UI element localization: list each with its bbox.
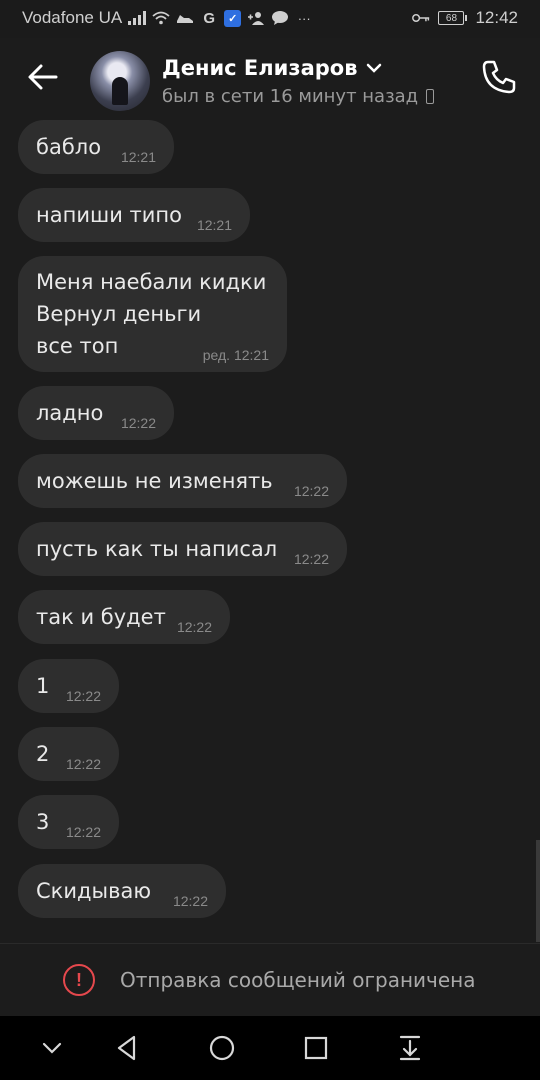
message-bubble[interactable]: 3 12:22	[18, 795, 119, 849]
warning-icon: !	[63, 964, 95, 996]
message-bubble[interactable]: напиши типо 12:21	[18, 188, 250, 242]
signal-icon	[128, 11, 147, 25]
back-arrow-icon[interactable]	[26, 60, 60, 94]
message-time: 12:22	[172, 893, 208, 909]
message-bubble[interactable]: 1 12:22	[18, 659, 119, 713]
message-text: пусть как ты написал	[36, 537, 278, 561]
back-triangle-icon[interactable]	[113, 1033, 143, 1063]
message-bubble[interactable]: Меня наебали кидки Вернул деньги все топ…	[18, 256, 287, 372]
message-time: ред. 12:21	[202, 347, 269, 363]
message-bubble[interactable]: можешь не изменять 12:22	[18, 454, 347, 508]
last-seen-text: был в сети 16 минут назад	[162, 86, 419, 107]
hide-nav-chevron-icon[interactable]	[37, 1033, 67, 1063]
wifi-icon	[152, 9, 170, 27]
messaging-restricted-banner: ! Отправка сообщений ограничена	[0, 943, 540, 1017]
sneaker-icon	[176, 9, 194, 27]
message-time: 12:22	[65, 824, 101, 840]
call-button[interactable]	[480, 58, 518, 96]
mobile-device-icon	[426, 89, 435, 104]
notification-pull-icon[interactable]	[395, 1033, 425, 1063]
message-bubble[interactable]: так и будет 12:22	[18, 590, 230, 644]
status-bar: Vodafone UA G ✓ ··· 68 12:42	[0, 0, 540, 38]
avatar[interactable]	[90, 51, 150, 111]
recents-square-icon[interactable]	[301, 1033, 331, 1063]
message-bubble[interactable]: пусть как ты написал 12:22	[18, 522, 347, 576]
chat-header: Денис Елизаров был в сети 16 минут назад	[0, 38, 540, 120]
scrollbar[interactable]	[536, 840, 540, 942]
message-time: 12:22	[293, 551, 329, 567]
contact-add-icon	[247, 9, 265, 27]
message-bubble[interactable]: Скидываю 12:22	[18, 864, 226, 918]
message-time: 12:22	[65, 756, 101, 772]
restriction-text: Отправка сообщений ограничена	[120, 968, 476, 992]
vpn-icon: ✓	[224, 9, 242, 27]
key-icon	[412, 9, 430, 27]
message-time: 12:22	[176, 619, 212, 635]
battery-icon: 68	[438, 11, 468, 25]
contact-name-row[interactable]: Денис Елизаров	[162, 56, 382, 80]
g-icon: G	[203, 9, 216, 27]
more-dots-icon: ···	[297, 10, 311, 26]
system-nav-bar	[0, 1016, 540, 1080]
last-seen-row: был в сети 16 минут назад	[162, 86, 435, 107]
message-time: 12:22	[120, 415, 156, 431]
chevron-down-icon[interactable]	[366, 59, 382, 78]
contact-name[interactable]: Денис Елизаров	[162, 56, 358, 80]
message-time: 12:22	[65, 688, 101, 704]
carrier-name: Vodafone UA	[22, 8, 123, 27]
message-bubble[interactable]: 2 12:22	[18, 727, 119, 781]
message-text: можешь не изменять	[36, 469, 273, 493]
clock: 12:42	[475, 8, 518, 27]
message-time: 12:22	[293, 483, 329, 499]
message-time: 12:21	[120, 149, 156, 165]
message-list[interactable]: бабло 12:21 напиши типо 12:21 Меня наеба…	[0, 120, 540, 942]
message-time: 12:21	[196, 217, 232, 233]
phone-icon[interactable]	[480, 58, 518, 96]
message-bubble[interactable]: бабло 12:21	[18, 120, 174, 174]
message-bubble[interactable]: ладно 12:22	[18, 386, 174, 440]
battery-level: 68	[438, 11, 465, 25]
chat-bubble-icon	[271, 9, 289, 27]
home-circle-icon[interactable]	[207, 1033, 237, 1063]
